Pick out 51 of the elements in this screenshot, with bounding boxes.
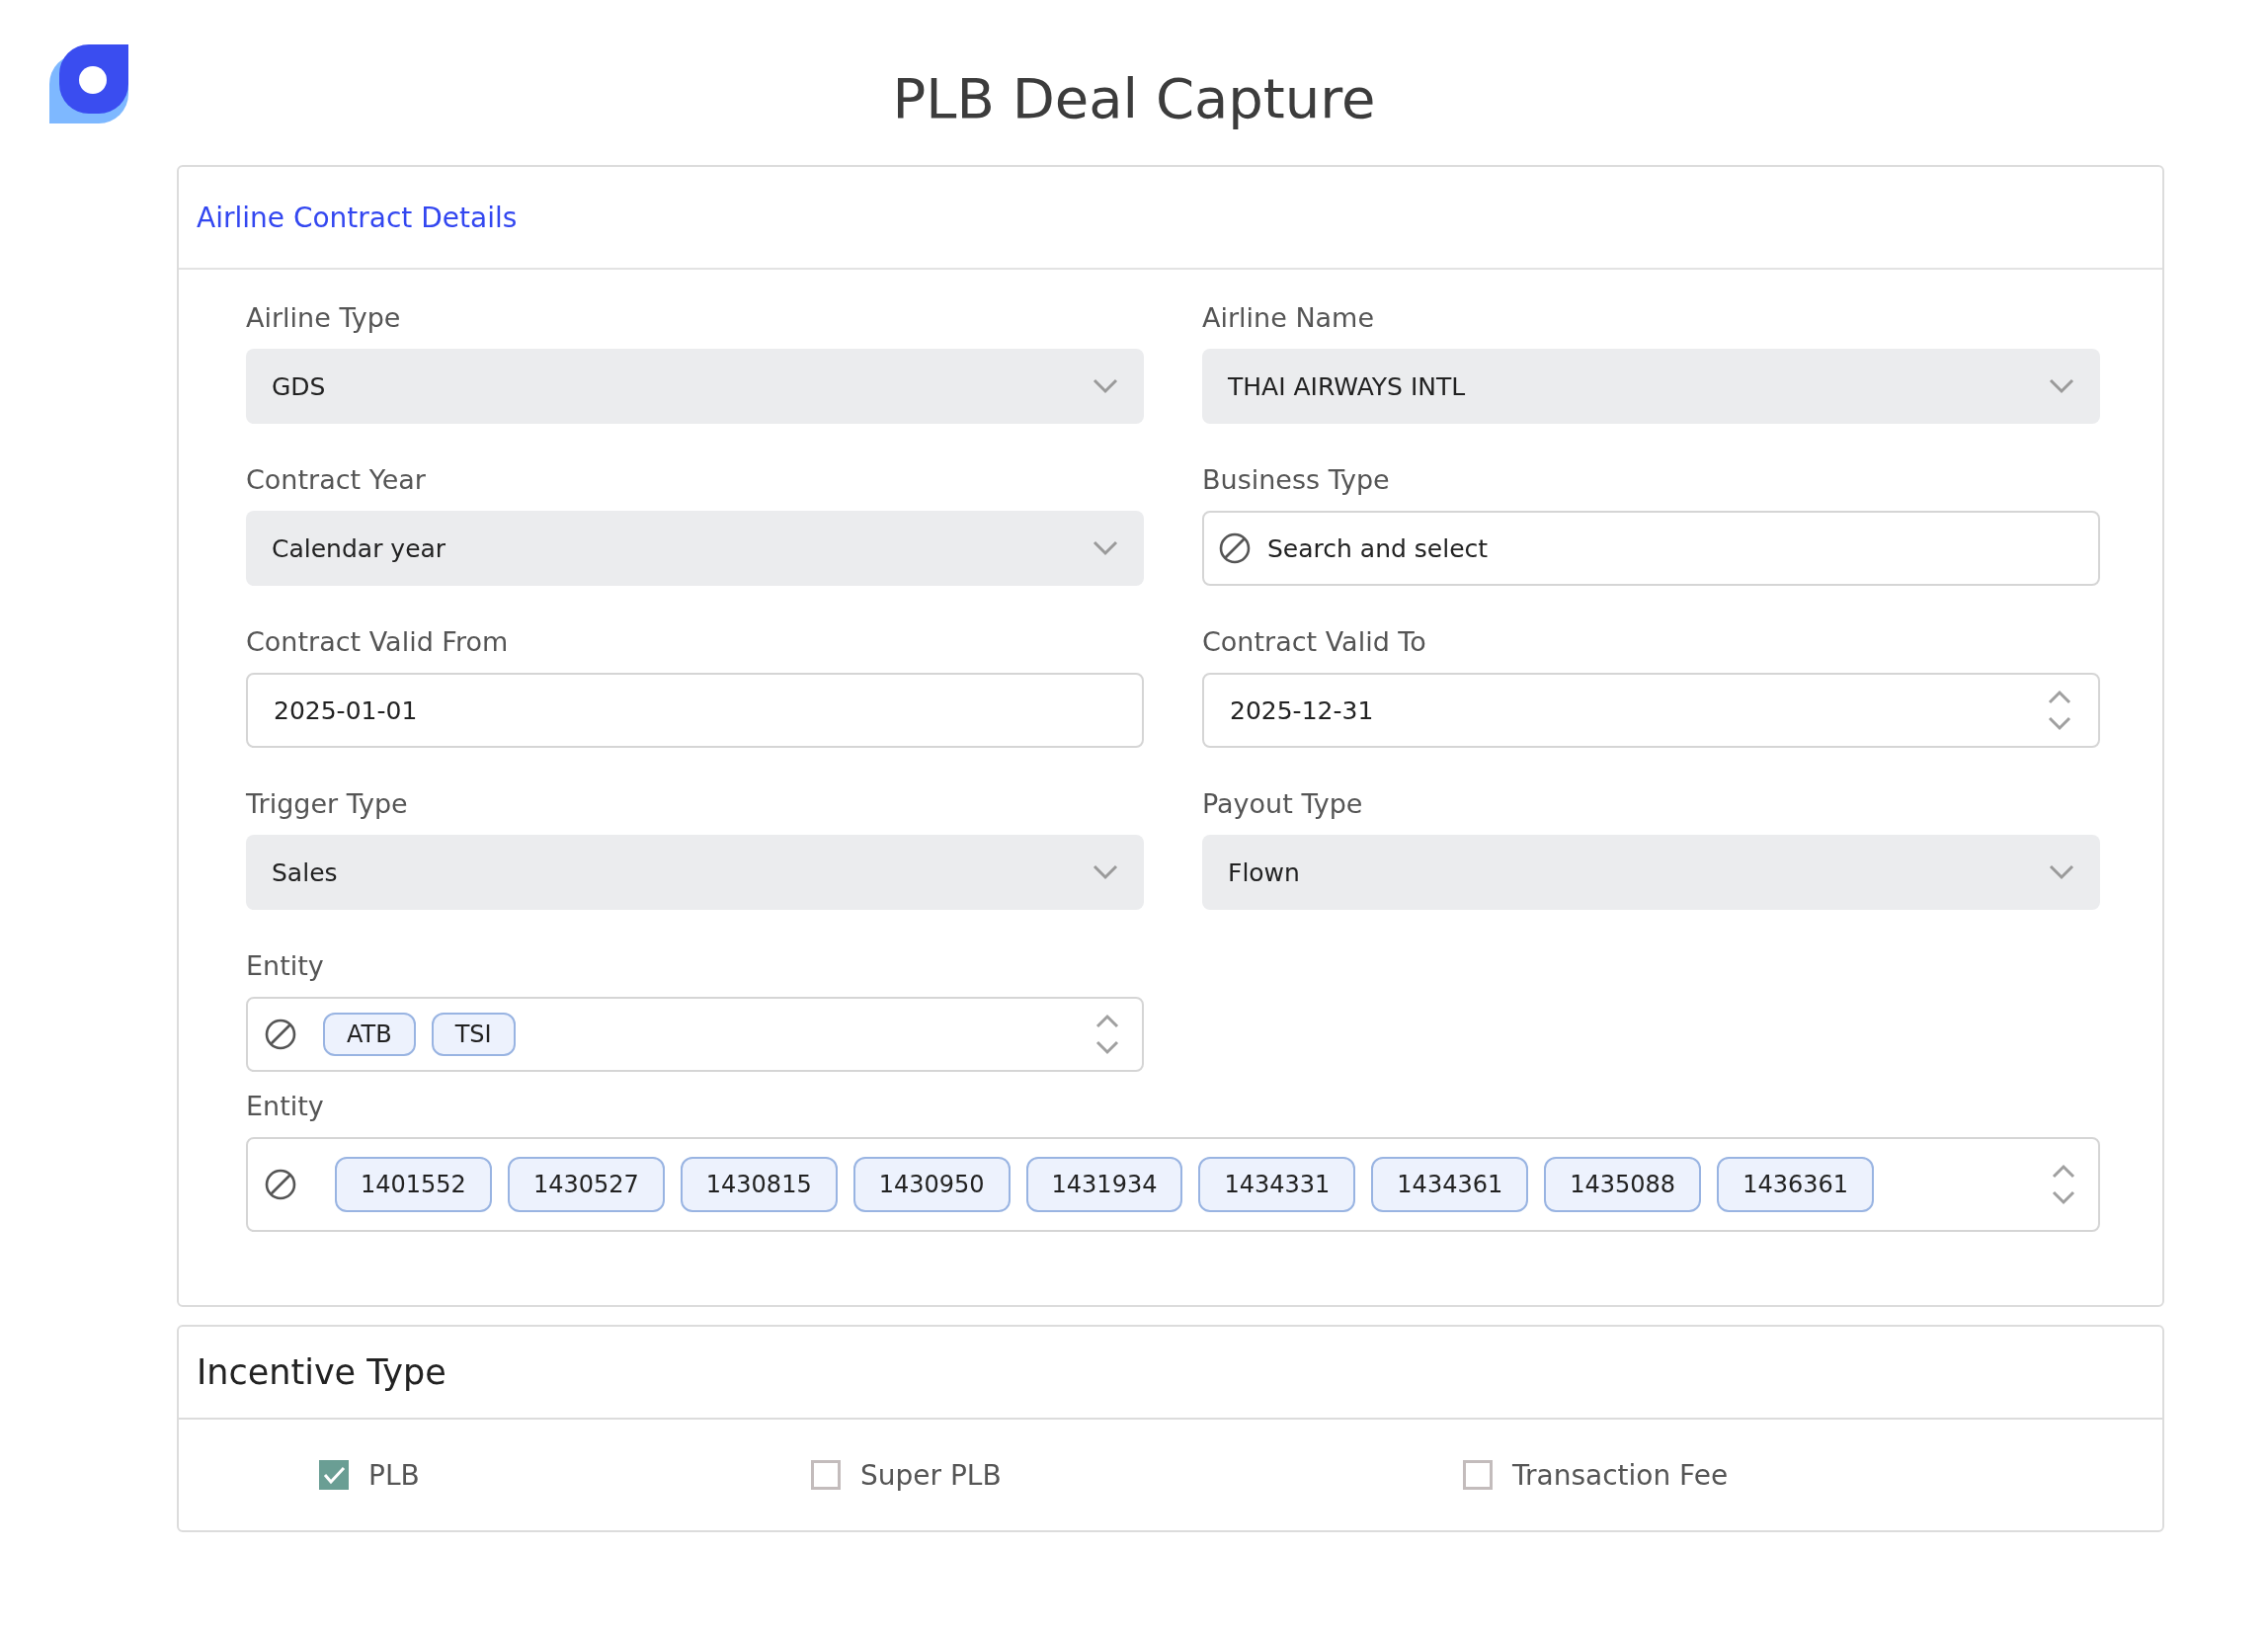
search-field[interactable]: Search and select — [1202, 511, 2100, 586]
field-label: Airline Name — [1202, 300, 1376, 335]
field-label: Business Type — [1202, 462, 1391, 497]
field-label: Contract Valid From — [246, 624, 510, 659]
tag-chip[interactable]: 1434331 — [1198, 1157, 1356, 1212]
checkbox[interactable] — [1463, 1460, 1493, 1490]
checkbox[interactable] — [319, 1460, 349, 1490]
field-label: Entity — [246, 948, 325, 983]
chevron-down-icon — [1093, 864, 1118, 880]
dropdown[interactable]: Calendar year — [246, 511, 1144, 586]
field-label: Payout Type — [1202, 786, 1364, 821]
dropdown[interactable]: THAI AIRWAYS INTL — [1202, 349, 2100, 424]
tag-chip[interactable]: 1430950 — [852, 1157, 1011, 1212]
tag-chip[interactable]: 1431934 — [1025, 1157, 1183, 1212]
field-label: Contract Valid To — [1202, 624, 1427, 659]
blocked-icon — [264, 1018, 297, 1051]
checkbox-label: Transaction Fee — [1512, 1458, 1729, 1492]
multi-select-field[interactable]: ATB TSI — [246, 997, 1144, 1072]
chevron-down-icon — [2049, 378, 2074, 394]
tag-chip[interactable]: ATB — [323, 1013, 416, 1056]
field-label: Airline Type — [246, 300, 402, 335]
blocked-icon — [264, 1168, 297, 1201]
section-heading: Airline Contract Details — [197, 201, 518, 234]
field-label: Contract Year — [246, 462, 427, 497]
dropdown[interactable]: Flown — [1202, 835, 2100, 910]
checkbox-label: PLB — [368, 1458, 420, 1492]
dropdown[interactable]: Sales — [246, 835, 1144, 910]
checkbox-label: Super PLB — [860, 1458, 1002, 1492]
field-label: Entity — [246, 1089, 325, 1123]
tag-chip[interactable]: 1430815 — [680, 1157, 838, 1212]
field-label: Trigger Type — [246, 786, 409, 821]
logo-icon — [49, 44, 128, 123]
section-heading: Incentive Type — [197, 1352, 446, 1392]
dropdown[interactable]: GDS — [246, 349, 1144, 424]
chevron-down-icon — [2049, 864, 2074, 880]
date-field[interactable]: 2025-01-01 — [246, 673, 1144, 748]
multi-select-field[interactable]: 1401552 1430527 1430815 1430950 1431934 1434331 1434361 1435088 1436361 — [246, 1137, 2100, 1232]
up-down-arrows-icon — [2047, 689, 2072, 732]
tag-chip[interactable]: 1430527 — [507, 1157, 665, 1212]
date-field[interactable]: 2025-12-31 — [1202, 673, 2100, 748]
tag-chip[interactable]: TSI — [431, 1013, 516, 1056]
up-down-arrows-icon — [1094, 1013, 1120, 1056]
chevron-down-icon — [1093, 540, 1118, 556]
up-down-arrows-icon — [2051, 1163, 2076, 1206]
blocked-icon — [1218, 531, 1252, 565]
checkbox[interactable] — [811, 1460, 841, 1490]
tag-chip[interactable]: 1434361 — [1371, 1157, 1529, 1212]
chevron-down-icon — [1093, 378, 1118, 394]
tag-chip[interactable]: 1435088 — [1544, 1157, 1702, 1212]
tag-chip[interactable]: 1401552 — [335, 1157, 492, 1212]
tag-chip[interactable]: 1436361 — [1717, 1157, 1874, 1212]
